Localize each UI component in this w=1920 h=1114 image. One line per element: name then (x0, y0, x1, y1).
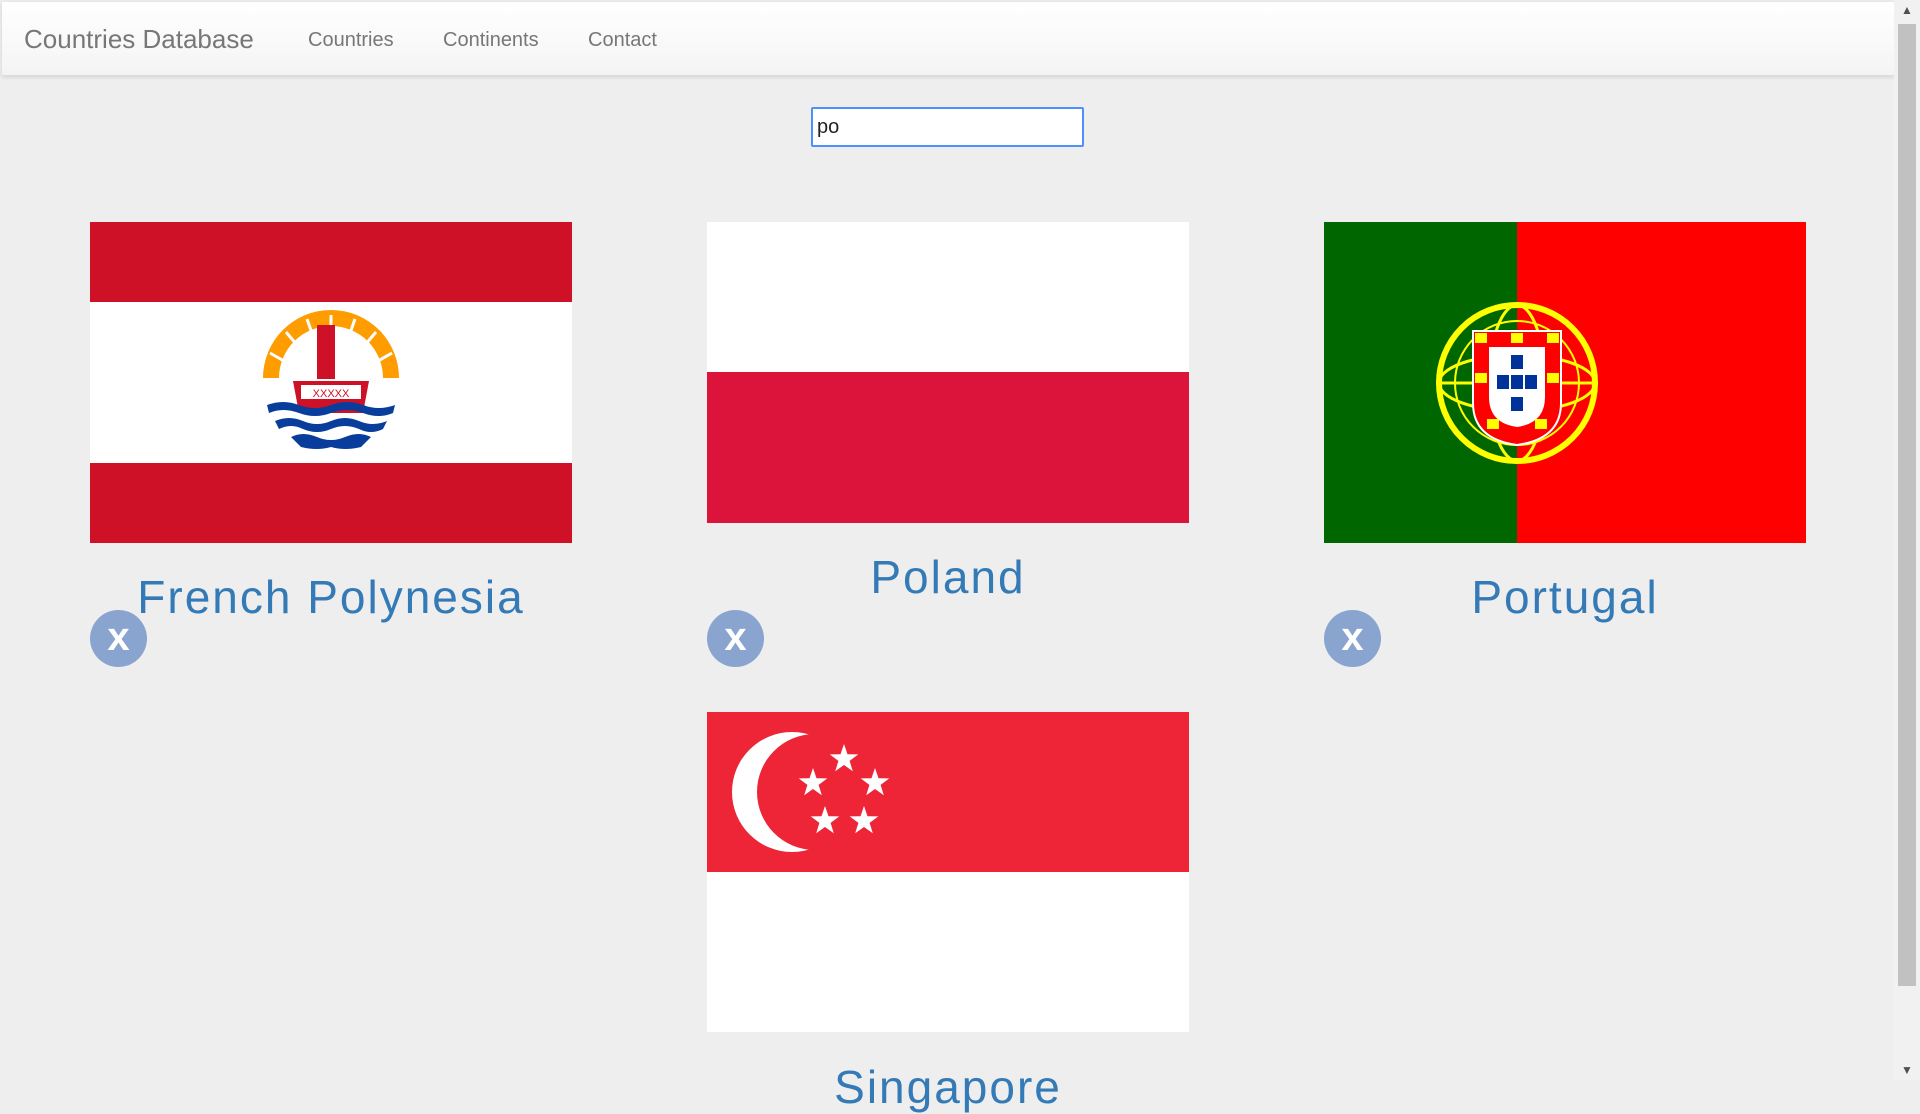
brand-link[interactable]: Countries Database (24, 24, 254, 55)
scroll-down-arrow-icon[interactable]: ▼ (1894, 1060, 1920, 1080)
country-name-poland[interactable]: Poland (707, 550, 1189, 604)
page-scrollbar[interactable]: ▲ ▼ (1894, 0, 1920, 1080)
country-name-portugal[interactable]: Portugal (1324, 570, 1806, 624)
country-name-singapore[interactable]: Singapore (707, 1060, 1189, 1114)
scrollbar-thumb[interactable] (1898, 24, 1916, 986)
remove-button-poland[interactable]: x (707, 610, 764, 667)
country-name-french-polynesia[interactable]: French Polynesia (90, 570, 572, 624)
flag-portugal[interactable] (1324, 222, 1806, 543)
flag-poland[interactable] (707, 222, 1189, 523)
flag-french-polynesia[interactable]: XXXXX (90, 222, 572, 543)
navbar: Countries Database Countries Continents … (2, 2, 1894, 76)
nav-link-continents[interactable]: Continents (443, 29, 539, 52)
search-input[interactable] (811, 107, 1084, 147)
svg-text:XXXXX: XXXXX (313, 388, 350, 400)
nav-link-contact[interactable]: Contact (588, 29, 657, 52)
scroll-up-arrow-icon[interactable]: ▲ (1894, 0, 1920, 20)
remove-button-french-polynesia[interactable]: x (90, 610, 147, 667)
flag-singapore[interactable] (707, 712, 1189, 1032)
nav-link-countries[interactable]: Countries (308, 29, 394, 52)
remove-button-portugal[interactable]: x (1324, 610, 1381, 667)
